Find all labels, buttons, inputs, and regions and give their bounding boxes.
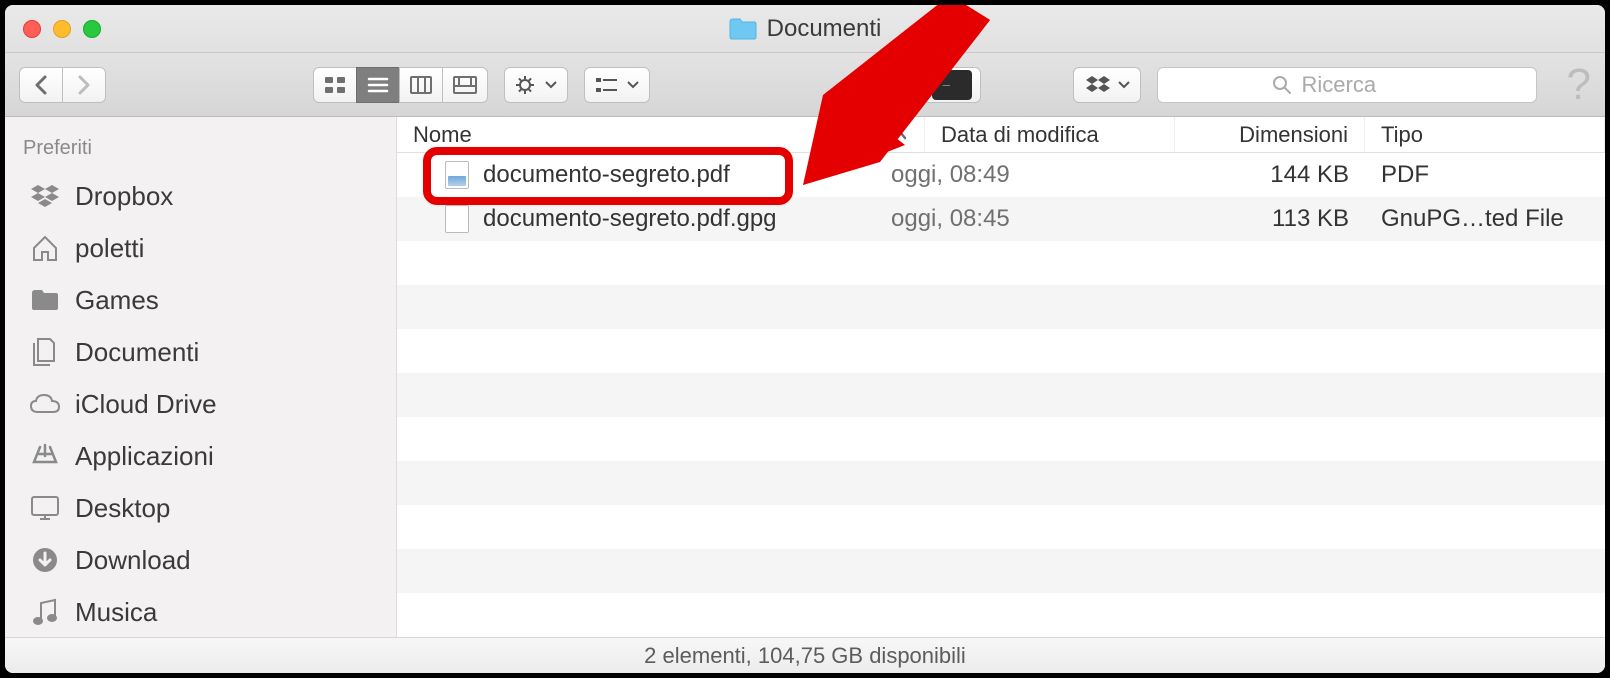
icon-view-button[interactable] [313,67,357,103]
sidebar-item-label: Applicazioni [75,441,214,472]
close-window-button[interactable] [23,20,41,38]
file-row[interactable]: documento-segreto.pdf oggi, 08:49 144 KB… [397,153,1605,197]
file-row[interactable]: documento-segreto.pdf.gpg oggi, 08:45 11… [397,197,1605,241]
back-button[interactable] [19,67,63,103]
sidebar-item-icloud[interactable]: iCloud Drive [5,378,396,430]
sidebar-item-label: iCloud Drive [75,389,217,420]
home-icon [29,232,61,264]
fullscreen-window-button[interactable] [83,20,101,38]
column-view-button[interactable] [399,67,443,103]
file-name: documento-segreto.pdf [483,161,730,189]
sidebar-item-label: Desktop [75,493,170,524]
nav-buttons [19,67,106,103]
finder-window: Documenti [5,5,1605,673]
tag-button[interactable] [857,67,907,103]
dropbox-menu-button[interactable] [1073,67,1141,103]
file-pane: Nome Data di modifica Dimensioni Tipo do… [397,117,1605,637]
sidebar-item-label: Games [75,285,159,316]
sidebar-item-download[interactable]: Download [5,534,396,586]
file-date: oggi, 08:49 [875,161,1175,189]
column-headers: Nome Data di modifica Dimensioni Tipo [397,117,1605,153]
chevron-up-icon [893,129,907,141]
sidebar-section-title: Preferiti [5,133,396,170]
folder-icon [29,284,61,316]
list-view-button[interactable] [356,67,400,103]
file-date: oggi, 08:45 [875,205,1175,233]
column-date[interactable]: Data di modifica [925,117,1175,152]
sidebar-item-label: Musica [75,597,157,628]
file-icon [445,161,469,189]
file-list: documento-segreto.pdf oggi, 08:49 144 KB… [397,153,1605,637]
sidebar-item-label: Dropbox [75,181,173,212]
dropbox-icon [29,180,61,212]
status-bar: 2 elementi, 104,75 GB disponibili [5,637,1605,673]
sidebar-item-games[interactable]: Games [5,274,396,326]
terminal-button[interactable] [923,67,981,103]
file-kind: GnuPG…ted File [1365,205,1605,233]
music-icon [29,596,61,628]
file-name: documento-segreto.pdf.gpg [483,205,777,233]
sidebar-item-label: poletti [75,233,144,264]
sidebar-item-label: Documenti [75,337,199,368]
search-field[interactable] [1157,67,1537,103]
terminal-icon [932,70,972,100]
status-text: 2 elementi, 104,75 GB disponibili [644,643,966,669]
file-icon [445,205,469,233]
file-size: 144 KB [1175,161,1365,189]
file-size: 113 KB [1175,205,1365,233]
view-mode-buttons [313,67,488,103]
toolbar: ? [5,53,1605,117]
sidebar-item-applications[interactable]: Applicazioni [5,430,396,482]
search-input[interactable] [1302,72,1422,98]
sidebar-item-documents[interactable]: Documenti [5,326,396,378]
folder-icon [729,18,757,40]
sidebar-item-dropbox[interactable]: Dropbox [5,170,396,222]
column-size[interactable]: Dimensioni [1175,117,1365,152]
minimize-window-button[interactable] [53,20,71,38]
sidebar-item-music[interactable]: Musica [5,586,396,637]
sidebar-item-label: Download [75,545,191,576]
sort-indicator[interactable] [875,117,925,152]
search-icon [1272,75,1292,95]
download-icon [29,544,61,576]
window-controls [23,20,101,38]
file-kind: PDF [1365,161,1605,189]
sidebar-item-home[interactable]: poletti [5,222,396,274]
cloud-icon [29,388,61,420]
column-name[interactable]: Nome [397,117,875,152]
documents-icon [29,336,61,368]
column-kind[interactable]: Tipo [1365,117,1605,152]
apps-icon [29,440,61,472]
window-title: Documenti [767,15,882,43]
titlebar: Documenti [5,5,1605,53]
action-menu-button[interactable] [504,67,568,103]
desktop-icon [29,492,61,524]
coverflow-view-button[interactable] [442,67,488,103]
help-button[interactable]: ? [1567,60,1591,110]
sidebar: Preferiti Dropbox poletti Games Document… [5,117,397,637]
forward-button[interactable] [62,67,106,103]
arrange-menu-button[interactable] [584,67,650,103]
sidebar-item-desktop[interactable]: Desktop [5,482,396,534]
